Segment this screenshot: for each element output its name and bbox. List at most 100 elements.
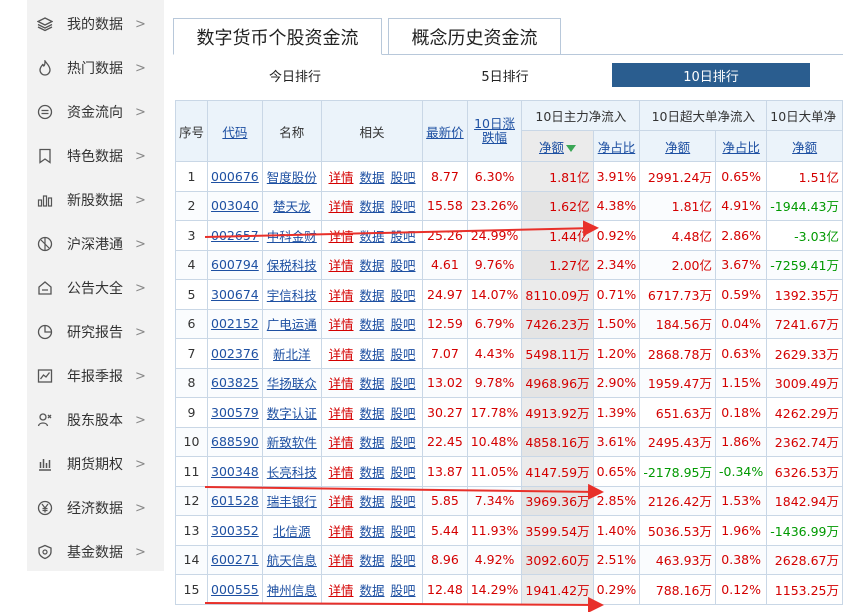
cell-name-link[interactable]: 数字认证 xyxy=(267,406,317,421)
sidebar-item-8[interactable]: 年报季报 > xyxy=(27,354,164,398)
cell-code-link[interactable]: 002376 xyxy=(211,346,259,361)
cell-code[interactable]: 000555 xyxy=(207,574,263,605)
cell-name-link[interactable]: 新致软件 xyxy=(267,435,317,450)
related-data-link[interactable]: 数据 xyxy=(359,288,384,303)
cell-code[interactable]: 600794 xyxy=(207,249,263,280)
sidebar-item-11[interactable]: 经济数据 > xyxy=(27,486,164,530)
sidebar-item-0[interactable]: 我的数据 > xyxy=(27,2,164,46)
cell-name-link[interactable]: 智度股份 xyxy=(267,170,317,185)
cell-name[interactable]: 新北洋 xyxy=(261,338,322,369)
header-change-link[interactable]: 10日涨跌幅 xyxy=(474,116,515,145)
related-detail-link[interactable]: 详情 xyxy=(328,288,353,303)
related-guba-link[interactable]: 股吧 xyxy=(391,229,416,244)
related-guba-link[interactable]: 股吧 xyxy=(391,524,416,539)
related-data-link[interactable]: 数据 xyxy=(359,435,384,450)
related-detail-link[interactable]: 详情 xyxy=(328,435,353,450)
cell-name-link[interactable]: 广电运通 xyxy=(267,317,317,332)
cell-code[interactable]: 300352 xyxy=(207,515,263,546)
header-price-link[interactable]: 最新价 xyxy=(426,125,464,140)
cell-code[interactable]: 002152 xyxy=(207,308,263,339)
cell-name[interactable]: 数字认证 xyxy=(261,397,322,428)
related-data-link[interactable]: 数据 xyxy=(359,347,384,362)
cell-name-link[interactable]: 瑞丰银行 xyxy=(267,494,317,509)
related-data-link[interactable]: 数据 xyxy=(359,170,384,185)
cell-code[interactable]: 601528 xyxy=(207,485,263,516)
related-data-link[interactable]: 数据 xyxy=(359,229,384,244)
related-guba-link[interactable]: 股吧 xyxy=(391,406,416,421)
cell-code[interactable]: 300579 xyxy=(207,397,263,428)
related-detail-link[interactable]: 详情 xyxy=(328,524,353,539)
cell-code-link[interactable]: 002657 xyxy=(211,228,259,243)
cell-code[interactable]: 300674 xyxy=(207,279,263,310)
related-guba-link[interactable]: 股吧 xyxy=(391,258,416,273)
cell-name-link[interactable]: 宇信科技 xyxy=(267,288,317,303)
related-detail-link[interactable]: 详情 xyxy=(328,347,353,362)
cell-name[interactable]: 北信源 xyxy=(261,515,322,546)
cell-code[interactable]: 000676 xyxy=(207,161,263,192)
tab-concept-history-flow[interactable]: 概念历史资金流 xyxy=(388,18,561,54)
header-large-amount[interactable]: 净额 xyxy=(766,130,843,162)
cell-name[interactable]: 智度股份 xyxy=(261,161,322,192)
related-data-link[interactable]: 数据 xyxy=(359,376,384,391)
related-guba-link[interactable]: 股吧 xyxy=(391,494,416,509)
related-guba-link[interactable]: 股吧 xyxy=(391,376,416,391)
cell-code-link[interactable]: 600794 xyxy=(211,257,259,272)
cell-code-link[interactable]: 002152 xyxy=(211,316,259,331)
sidebar-item-1[interactable]: 热门数据 > xyxy=(27,46,164,90)
header-super-amount-link[interactable]: 净额 xyxy=(665,140,690,155)
cell-code[interactable]: 688590 xyxy=(207,426,263,457)
related-detail-link[interactable]: 详情 xyxy=(328,406,353,421)
header-super-ratio[interactable]: 净占比 xyxy=(715,130,768,162)
cell-name-link[interactable]: 中科金财 xyxy=(267,229,317,244)
tab-digital-currency-stock-flow[interactable]: 数字货币个股资金流 xyxy=(173,18,382,55)
subtab-5day[interactable]: 5日排行 xyxy=(430,63,580,87)
sidebar-item-12[interactable]: 基金数据 > xyxy=(27,530,164,574)
cell-code-link[interactable]: 300352 xyxy=(211,523,259,538)
related-data-link[interactable]: 数据 xyxy=(359,583,384,598)
subtab-today[interactable]: 今日排行 xyxy=(220,63,370,87)
cell-code-link[interactable]: 300348 xyxy=(211,464,259,479)
cell-code[interactable]: 003040 xyxy=(207,190,263,221)
cell-name[interactable]: 瑞丰银行 xyxy=(261,485,322,516)
cell-name-link[interactable]: 北信源 xyxy=(273,524,311,539)
cell-name[interactable]: 华扬联众 xyxy=(261,367,322,398)
related-data-link[interactable]: 数据 xyxy=(359,494,384,509)
cell-code-link[interactable]: 600271 xyxy=(211,552,259,567)
sidebar-item-5[interactable]: 沪深港通 > xyxy=(27,222,164,266)
header-main-ratio-link[interactable]: 净占比 xyxy=(598,140,636,155)
cell-code[interactable]: 603825 xyxy=(207,367,263,398)
sidebar-item-4[interactable]: 新股数据 > xyxy=(27,178,164,222)
cell-code[interactable]: 300348 xyxy=(207,456,263,487)
related-guba-link[interactable]: 股吧 xyxy=(391,583,416,598)
cell-name[interactable]: 新致软件 xyxy=(261,426,322,457)
sidebar-item-6[interactable]: 公告大全 > xyxy=(27,266,164,310)
cell-name[interactable]: 航天信息 xyxy=(261,544,322,575)
related-detail-link[interactable]: 详情 xyxy=(328,494,353,509)
cell-code[interactable]: 600271 xyxy=(207,544,263,575)
cell-code-link[interactable]: 000555 xyxy=(211,582,259,597)
cell-name[interactable]: 楚天龙 xyxy=(261,190,322,221)
sidebar-item-9[interactable]: 股东股本 > xyxy=(27,398,164,442)
related-detail-link[interactable]: 详情 xyxy=(328,170,353,185)
related-guba-link[interactable]: 股吧 xyxy=(391,170,416,185)
sidebar-item-10[interactable]: 期货期权 > xyxy=(27,442,164,486)
related-data-link[interactable]: 数据 xyxy=(359,465,384,480)
related-guba-link[interactable]: 股吧 xyxy=(391,199,416,214)
cell-code-link[interactable]: 000676 xyxy=(211,169,259,184)
cell-name-link[interactable]: 保税科技 xyxy=(267,258,317,273)
related-detail-link[interactable]: 详情 xyxy=(328,583,353,598)
header-super-amount[interactable]: 净额 xyxy=(639,130,717,162)
related-detail-link[interactable]: 详情 xyxy=(328,199,353,214)
header-main-amount[interactable]: 净额 xyxy=(521,130,594,162)
subtab-10day[interactable]: 10日排行 xyxy=(612,63,810,87)
header-code-link[interactable]: 代码 xyxy=(222,125,247,140)
header-code[interactable]: 代码 xyxy=(207,100,263,162)
cell-code-link[interactable]: 601528 xyxy=(211,493,259,508)
related-data-link[interactable]: 数据 xyxy=(359,524,384,539)
cell-name[interactable]: 长亮科技 xyxy=(261,456,322,487)
cell-name[interactable]: 广电运通 xyxy=(261,308,322,339)
related-detail-link[interactable]: 详情 xyxy=(328,376,353,391)
cell-name-link[interactable]: 新北洋 xyxy=(273,347,311,362)
related-guba-link[interactable]: 股吧 xyxy=(391,465,416,480)
cell-name-link[interactable]: 长亮科技 xyxy=(267,465,317,480)
